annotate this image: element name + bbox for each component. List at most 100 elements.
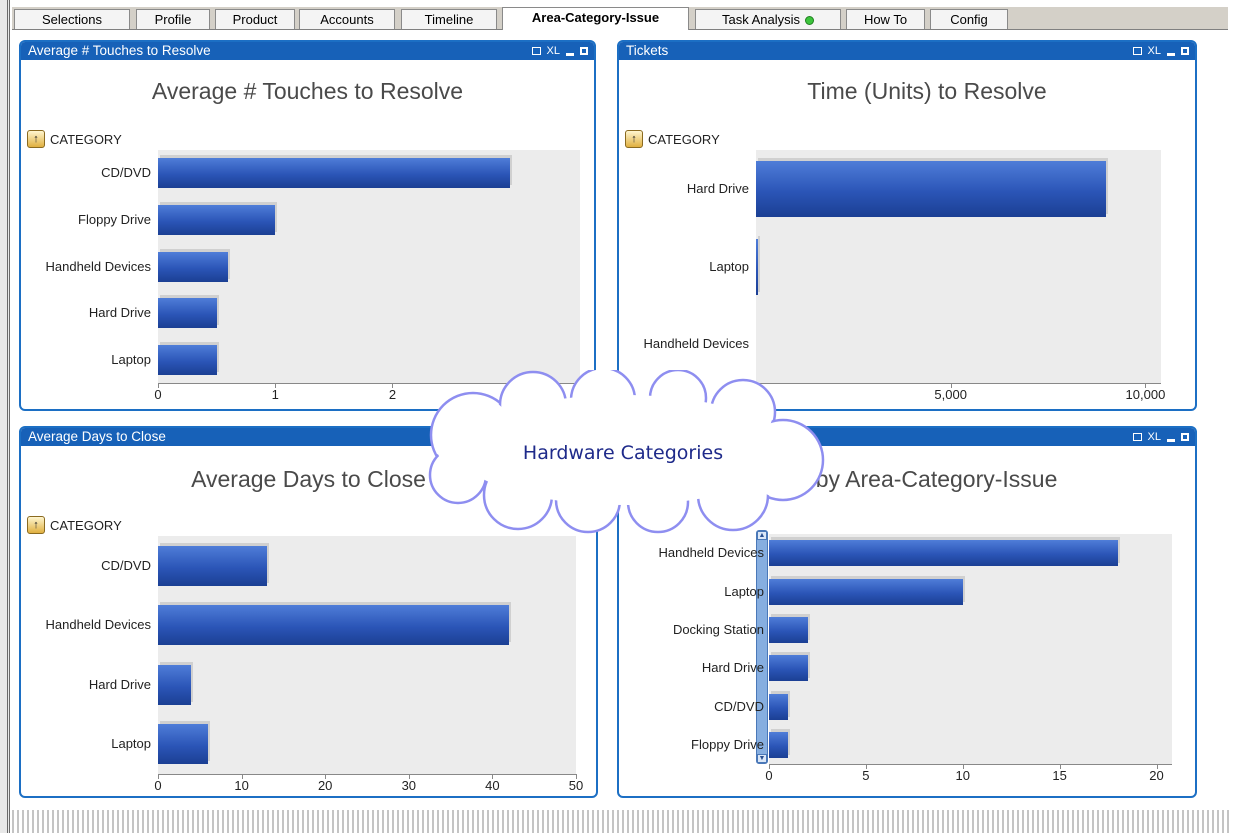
category-label[interactable]: Handheld Devices (658, 545, 764, 560)
chart-title: Average # Touches to Resolve (151, 78, 464, 104)
maximize-icon[interactable] (1181, 47, 1189, 55)
drill-up-icon[interactable]: ↑ (27, 516, 45, 534)
print-icon[interactable] (531, 47, 541, 55)
x-tick-label: 10 (955, 768, 970, 783)
category-label[interactable]: Laptop (111, 352, 151, 367)
drill-up-icon[interactable]: ↑ (27, 130, 45, 148)
tab-label: Product (232, 12, 278, 27)
bar[interactable] (756, 238, 759, 295)
bar[interactable] (769, 693, 789, 720)
bar[interactable] (158, 158, 510, 189)
tab-label: Task Analysis (721, 12, 801, 27)
bar[interactable] (158, 298, 217, 329)
export-xl-button[interactable]: XL (1148, 42, 1161, 60)
bar[interactable] (158, 545, 267, 586)
category-label[interactable]: Hard Drive (687, 181, 749, 196)
category-label[interactable]: CD/DVD (101, 558, 151, 573)
panel-header-label: Average # Touches to Resolve (28, 43, 211, 58)
print-icon[interactable] (1132, 433, 1142, 441)
tab-config[interactable]: Config (930, 9, 1008, 29)
tab-label: How To (863, 12, 908, 27)
sheet-tab-bar: Selections Profile Product Accounts Timeline… (12, 7, 1228, 30)
chart-title: Time (Units) to Resolve (807, 78, 1047, 104)
tab-timeline[interactable]: Timeline (401, 9, 497, 29)
x-tick-label: 0 (154, 778, 162, 793)
category-label[interactable]: Floppy Drive (691, 737, 764, 752)
maximize-icon[interactable] (580, 47, 588, 55)
bar[interactable] (158, 605, 510, 646)
x-axis-line (769, 764, 1172, 765)
tab-product[interactable]: Product (215, 9, 295, 29)
x-tick-label: 50 (568, 778, 584, 793)
category-label[interactable]: Laptop (724, 584, 764, 599)
tab-label: Accounts (320, 12, 374, 27)
tab-accounts[interactable]: Accounts (299, 9, 395, 29)
minimize-icon[interactable] (566, 52, 574, 56)
x-tick-label: 5,000 (934, 387, 967, 402)
panel-touches-to-resolve: Average # Touches to Resolve XL Average … (19, 40, 596, 411)
panel-tickets: Tickets XL Time (Units) to Resolve ↑ CAT… (617, 40, 1197, 411)
panel-header-label: Average Days to Close (28, 429, 166, 444)
bar[interactable] (769, 655, 808, 682)
bar[interactable] (769, 578, 963, 605)
drill-up-icon[interactable]: ↑ (625, 130, 643, 148)
panel-header-label: Tickets (626, 43, 669, 58)
minimize-icon[interactable] (1167, 52, 1175, 56)
chart-scrollbar[interactable]: ▲ ▼ (756, 530, 768, 764)
tab-label: Selections (42, 12, 102, 27)
category-label[interactable]: Floppy Drive (78, 212, 151, 227)
category-label[interactable]: CD/DVD (714, 699, 764, 714)
status-dot-icon (805, 16, 815, 26)
scroll-down-icon[interactable]: ▼ (757, 754, 767, 763)
tab-label: Config (950, 12, 988, 27)
category-label[interactable]: Hard Drive (702, 660, 764, 675)
tab-label: Area-Category-Issue (531, 10, 660, 25)
tab-task-analysis[interactable]: Task Analysis (695, 9, 841, 29)
bar[interactable] (158, 204, 276, 235)
tab-how-to[interactable]: How To (846, 9, 925, 29)
plot-area (769, 534, 1172, 764)
bar[interactable] (158, 251, 229, 282)
x-tick-label: 30 (401, 778, 417, 793)
category-label[interactable]: Laptop (709, 259, 749, 274)
bar[interactable] (756, 160, 1107, 217)
x-tick-label: 10,000 (1125, 387, 1166, 402)
bar[interactable] (158, 344, 217, 375)
panel-header: Tickets XL (619, 42, 1195, 60)
category-label[interactable]: Hard Drive (89, 305, 151, 320)
x-tick-label: 20 (1149, 768, 1164, 783)
bar[interactable] (158, 664, 192, 705)
maximize-icon[interactable] (1181, 433, 1189, 441)
dimension-control: ↑ CATEGORY (27, 130, 122, 148)
print-icon[interactable] (1132, 47, 1142, 55)
tab-label: Timeline (424, 12, 474, 27)
category-label[interactable]: Laptop (111, 736, 151, 751)
category-label[interactable]: Hard Drive (89, 677, 151, 692)
category-label[interactable]: Handheld Devices (45, 259, 151, 274)
hardware-categories-callout: Hardware Categories (413, 366, 833, 535)
category-label[interactable]: Handheld Devices (45, 617, 151, 632)
bar[interactable] (769, 731, 789, 758)
minimize-icon[interactable] (1167, 438, 1175, 442)
category-label[interactable]: CD/DVD (101, 165, 151, 180)
tab-profile[interactable]: Profile (136, 9, 210, 29)
category-label[interactable]: Docking Station (673, 622, 764, 637)
dimension-label: CATEGORY (50, 131, 122, 147)
export-xl-button[interactable]: XL (1148, 428, 1161, 446)
bar[interactable] (769, 616, 808, 643)
x-tick-label: 10 (234, 778, 249, 793)
category-label[interactable]: Handheld Devices (643, 336, 749, 351)
window-right-margin (1214, 0, 1239, 833)
bottom-edge-texture (12, 810, 1232, 833)
x-tick-label: 0 (765, 768, 773, 783)
dimension-label: CATEGORY (50, 517, 122, 533)
panel-header: Average # Touches to Resolve XL (21, 42, 594, 60)
x-tick-label: 20 (317, 778, 333, 793)
x-tick-label: 5 (862, 768, 870, 783)
bar[interactable] (158, 724, 209, 765)
bar[interactable] (769, 540, 1118, 567)
tab-area-category-issue[interactable]: Area-Category-Issue (502, 7, 689, 30)
export-xl-button[interactable]: XL (547, 42, 560, 60)
dimension-label: CATEGORY (648, 131, 720, 147)
tab-selections[interactable]: Selections (14, 9, 130, 29)
